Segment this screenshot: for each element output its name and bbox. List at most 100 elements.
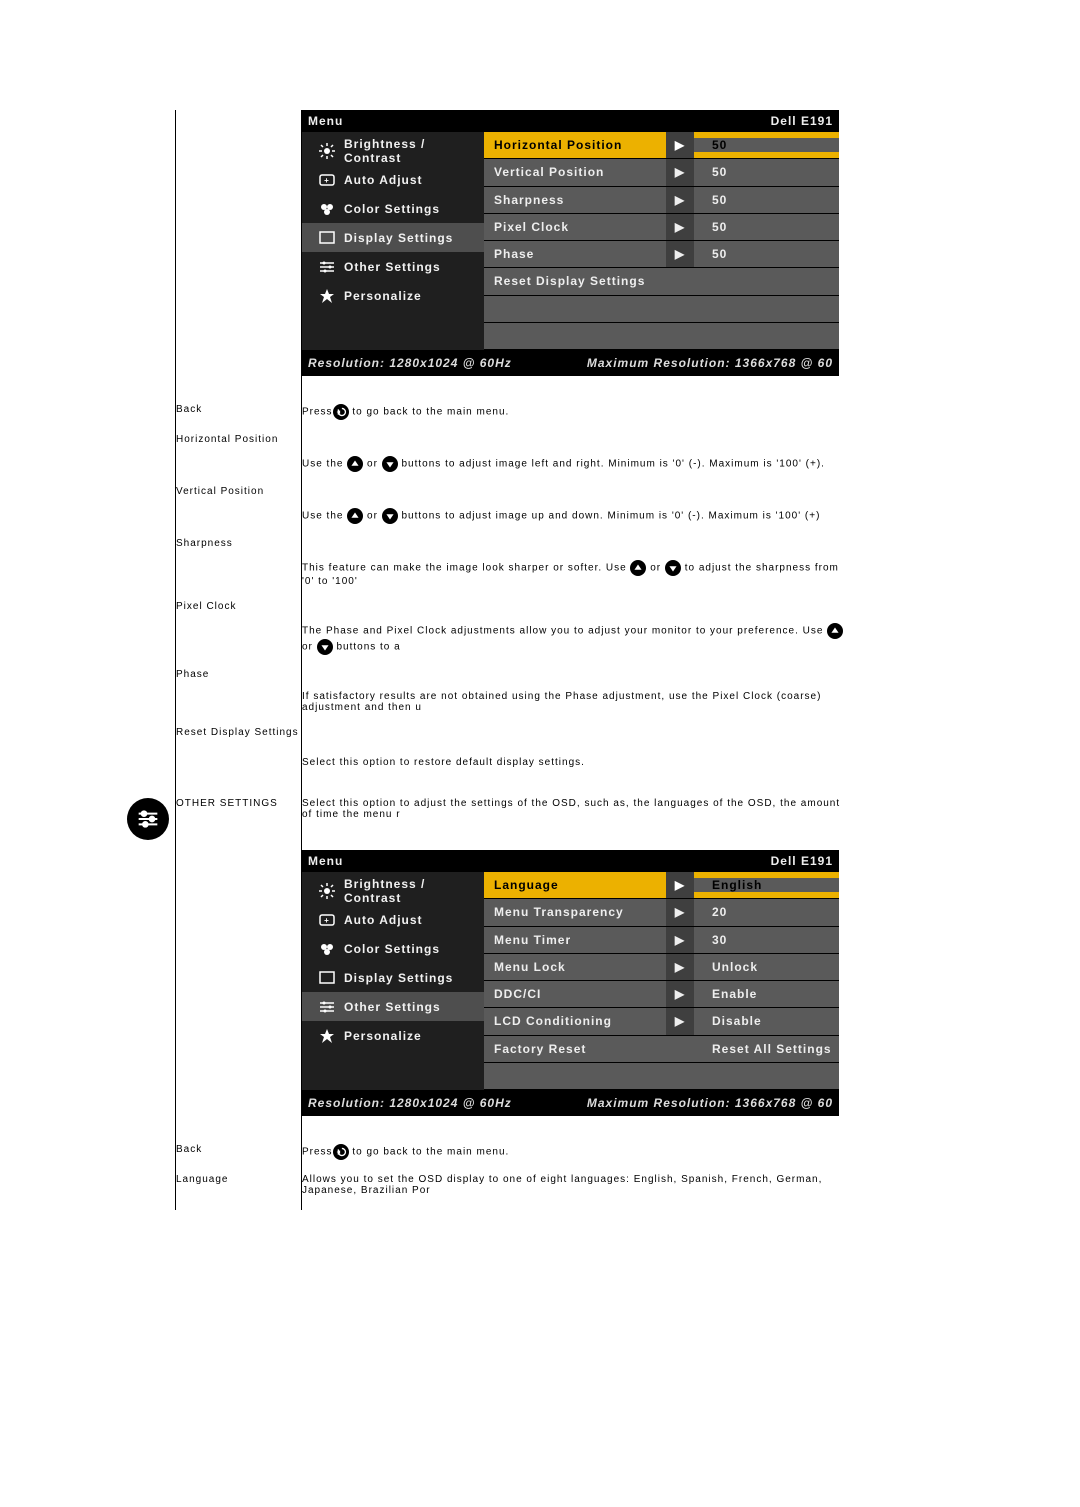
- row-phase-desc: If satisfactory results are not obtained…: [302, 669, 851, 727]
- row-sharp-label: Sharpness: [176, 538, 302, 601]
- osd-left-item[interactable]: Personalize: [302, 281, 484, 310]
- back-icon: [333, 1144, 349, 1160]
- osd-right-item[interactable]: Phase▶50: [484, 241, 839, 267]
- chevron-right-icon: ▶: [666, 132, 694, 158]
- osd-right-item[interactable]: Reset Display Settings: [484, 268, 839, 294]
- color-icon: [318, 200, 336, 218]
- osd-left-item[interactable]: Other Settings: [302, 252, 484, 281]
- osd-left-label: Display Settings: [344, 231, 453, 245]
- osd-right-label: Factory Reset: [484, 1042, 666, 1056]
- chevron-right-icon: ▶: [666, 1008, 694, 1034]
- up-icon: [827, 623, 843, 639]
- osd-left-item[interactable]: Auto Adjust: [302, 165, 484, 194]
- osd-right-item[interactable]: Horizontal Position▶50: [484, 132, 839, 158]
- chevron-right-icon: ▶: [666, 899, 694, 925]
- row-back-desc: Press to go back to the main menu.: [302, 404, 851, 434]
- osd-right-label: DDC/CI: [484, 987, 666, 1001]
- display-icon: [318, 969, 336, 987]
- chevron-right-icon: ▶: [666, 187, 694, 213]
- osd-right-item[interactable]: LCD Conditioning▶Disable: [484, 1008, 839, 1034]
- osd-left-label: Personalize: [344, 289, 422, 303]
- chevron-right-icon: ▶: [666, 954, 694, 980]
- osd-left-item[interactable]: Brightness / Contrast: [302, 876, 484, 905]
- osd-right-value: Reset All Settings: [694, 1042, 839, 1056]
- star-icon: [318, 1027, 336, 1045]
- row-pclock-desc: The Phase and Pixel Clock adjustments al…: [302, 601, 851, 669]
- osd-model: Dell E191: [771, 850, 833, 872]
- row-reset-label: Reset Display Settings: [176, 727, 302, 798]
- osd-model: Dell E191: [771, 110, 833, 132]
- osd-title: Menu: [308, 850, 343, 872]
- osd-left-label: Other Settings: [344, 260, 441, 274]
- row-back2-label: Back: [176, 1144, 302, 1174]
- osd-other-settings: Menu Dell E191 Brightness / Contrast Auto A…: [302, 850, 839, 1116]
- row-phase-label: Phase: [176, 669, 302, 727]
- osd-right-item[interactable]: Pixel Clock▶50: [484, 214, 839, 240]
- osd-left-item[interactable]: Color Settings: [302, 194, 484, 223]
- osd-right-value: English: [694, 878, 839, 892]
- osd-right-label: Menu Transparency: [484, 905, 666, 919]
- manual-table: Menu Dell E191 Brightness / Contrast Auto A…: [120, 110, 850, 1210]
- osd-left-label: Auto Adjust: [344, 173, 423, 187]
- row-sharp-desc: This feature can make the image look sha…: [302, 538, 851, 601]
- osd-right-label: LCD Conditioning: [484, 1014, 666, 1028]
- color-icon: [318, 940, 336, 958]
- osd-right-value: 30: [694, 933, 839, 947]
- osd-right-value: Unlock: [694, 960, 839, 974]
- osd-right-label: Sharpness: [484, 193, 666, 207]
- osd-left-label: Brightness / Contrast: [344, 877, 484, 905]
- up-icon: [347, 508, 363, 524]
- osd-right-label: Language: [484, 878, 666, 892]
- row-back2-desc: Press to go back to the main menu.: [302, 1144, 851, 1174]
- osd-left-item[interactable]: Other Settings: [302, 992, 484, 1021]
- osd-left-item[interactable]: Display Settings: [302, 223, 484, 252]
- row-pclock-label: Pixel Clock: [176, 601, 302, 669]
- other-icon: [318, 258, 336, 276]
- osd-right-value: 20: [694, 905, 839, 919]
- auto-icon: [318, 171, 336, 189]
- down-icon: [382, 508, 398, 524]
- osd-title: Menu: [308, 110, 343, 132]
- osd-left-label: Color Settings: [344, 942, 440, 956]
- osd-left-item[interactable]: Auto Adjust: [302, 905, 484, 934]
- osd-right-value: 50: [694, 220, 839, 234]
- osd-display-settings: Menu Dell E191 Brightness / Contrast Auto A…: [302, 110, 839, 376]
- row-lang-label: Language: [176, 1174, 302, 1210]
- osd-right-label: Phase: [484, 247, 666, 261]
- osd-max-resolution: Maximum Resolution: 1366x768 @ 60: [587, 356, 833, 370]
- brightness-icon: [318, 882, 336, 900]
- osd-left-item[interactable]: Personalize: [302, 1021, 484, 1050]
- osd-left-item[interactable]: Brightness / Contrast: [302, 136, 484, 165]
- osd-left-item[interactable]: Display Settings: [302, 963, 484, 992]
- osd-left-label: Auto Adjust: [344, 913, 423, 927]
- osd-right-label: Horizontal Position: [484, 138, 666, 152]
- osd-left-item[interactable]: Color Settings: [302, 934, 484, 963]
- up-icon: [347, 456, 363, 472]
- chevron-right-icon: ▶: [666, 159, 694, 185]
- osd-right-item[interactable]: Menu Lock▶Unlock: [484, 954, 839, 980]
- osd-right-item[interactable]: Factory Reset Reset All Settings: [484, 1036, 839, 1062]
- osd-right-item[interactable]: Menu Timer▶30: [484, 927, 839, 953]
- down-icon: [317, 639, 333, 655]
- osd-right-label: Vertical Position: [484, 165, 666, 179]
- osd-right-label: Reset Display Settings: [484, 274, 666, 288]
- row-lang-desc: Allows you to set the OSD display to one…: [302, 1174, 851, 1210]
- osd-right-item[interactable]: Menu Transparency▶20: [484, 899, 839, 925]
- row-other-label: OTHER SETTINGS: [176, 798, 302, 1144]
- osd-left-label: Display Settings: [344, 971, 453, 985]
- osd-left-label: Brightness / Contrast: [344, 137, 484, 165]
- osd-resolution: Resolution: 1280x1024 @ 60Hz: [308, 356, 512, 370]
- other-settings-icon: [127, 798, 169, 840]
- osd-right-item[interactable]: Sharpness▶50: [484, 187, 839, 213]
- down-icon: [382, 456, 398, 472]
- osd-right-item[interactable]: Vertical Position▶50: [484, 159, 839, 185]
- row-hpos-desc: Use the or buttons to adjust image left …: [302, 434, 851, 486]
- osd-right-item[interactable]: Language▶English: [484, 872, 839, 898]
- row-reset-desc: Select this option to restore default di…: [302, 727, 851, 798]
- osd-right-item[interactable]: DDC/CI▶Enable: [484, 981, 839, 1007]
- row-vpos-desc: Use the or buttons to adjust image up an…: [302, 486, 851, 538]
- chevron-right-icon: ▶: [666, 241, 694, 267]
- chevron-right-icon: ▶: [666, 214, 694, 240]
- osd-resolution: Resolution: 1280x1024 @ 60Hz: [308, 1096, 512, 1110]
- row-vpos-label: Vertical Position: [176, 486, 302, 538]
